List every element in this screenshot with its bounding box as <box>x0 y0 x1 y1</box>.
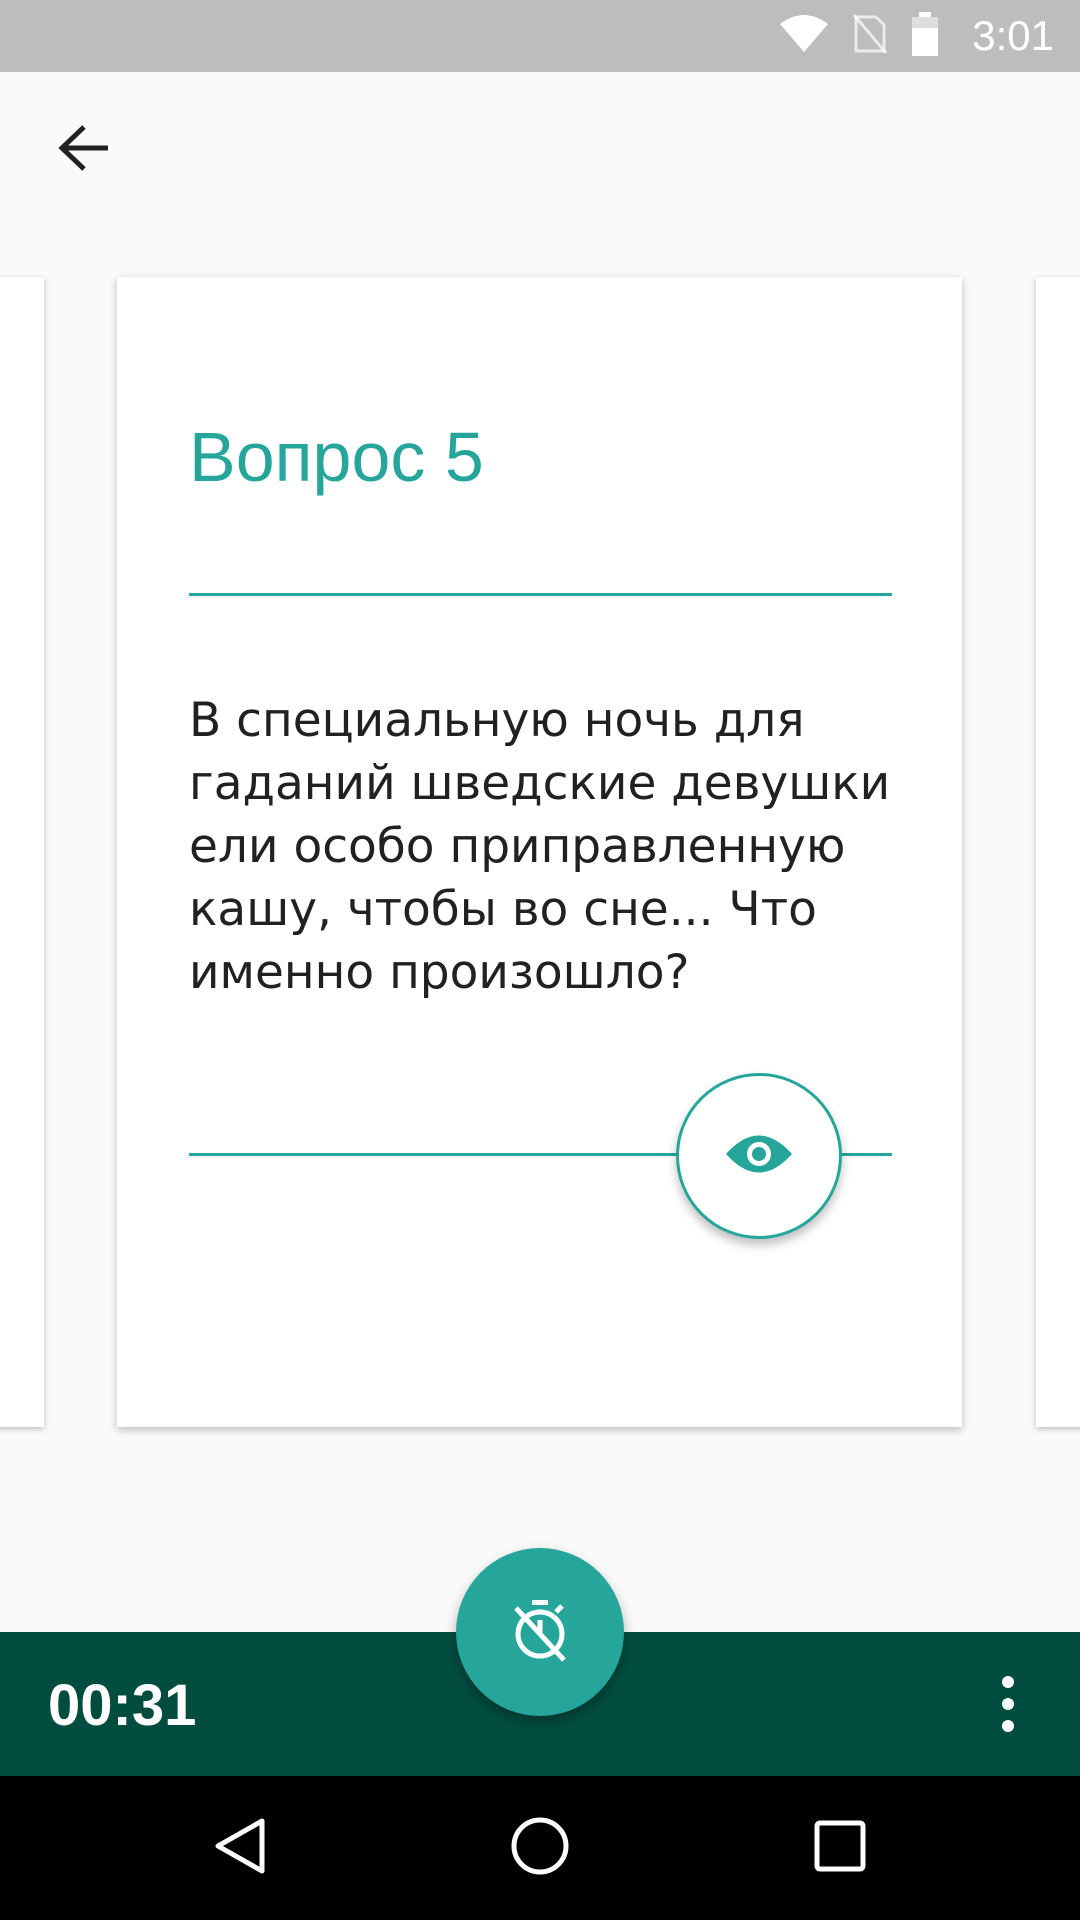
title-divider <box>189 593 892 596</box>
back-triangle-icon <box>214 1817 266 1880</box>
eye-icon <box>724 1131 794 1182</box>
status-icons: 3:01 <box>778 0 1054 72</box>
app-bar <box>0 72 1080 240</box>
status-bar: 3:01 <box>0 0 1080 72</box>
next-card[interactable] <box>1036 277 1080 1427</box>
back-button[interactable] <box>44 110 124 190</box>
nav-back-button[interactable] <box>200 1808 280 1888</box>
recents-square-icon <box>814 1820 866 1877</box>
timer-off-icon <box>508 1598 572 1667</box>
more-vert-icon-dot <box>1002 1720 1014 1732</box>
nav-home-button[interactable] <box>500 1808 580 1888</box>
more-options-button[interactable] <box>984 1664 1032 1744</box>
question-text: В специальную ночь для гаданий шведские … <box>189 693 891 1000</box>
timer-toggle-button[interactable] <box>456 1548 624 1716</box>
nav-recents-button[interactable] <box>800 1808 880 1888</box>
question-title: Вопрос 5 <box>189 418 484 496</box>
system-nav-bar <box>0 1776 1080 1920</box>
no-sim-icon <box>852 13 888 60</box>
more-vert-icon-dot <box>1002 1698 1014 1710</box>
previous-card[interactable] <box>0 277 44 1427</box>
timer-display: 00:31 <box>48 1673 197 1738</box>
arrow-back-icon <box>58 124 110 177</box>
wifi-icon <box>778 14 830 59</box>
home-circle-icon <box>510 1816 570 1881</box>
more-vert-icon-dot <box>1002 1676 1014 1688</box>
battery-icon <box>910 11 940 61</box>
reveal-answer-button[interactable] <box>676 1073 842 1239</box>
question-card: Вопрос 5 В специальную ночь для гаданий … <box>117 277 962 1427</box>
status-time: 3:01 <box>972 12 1054 59</box>
